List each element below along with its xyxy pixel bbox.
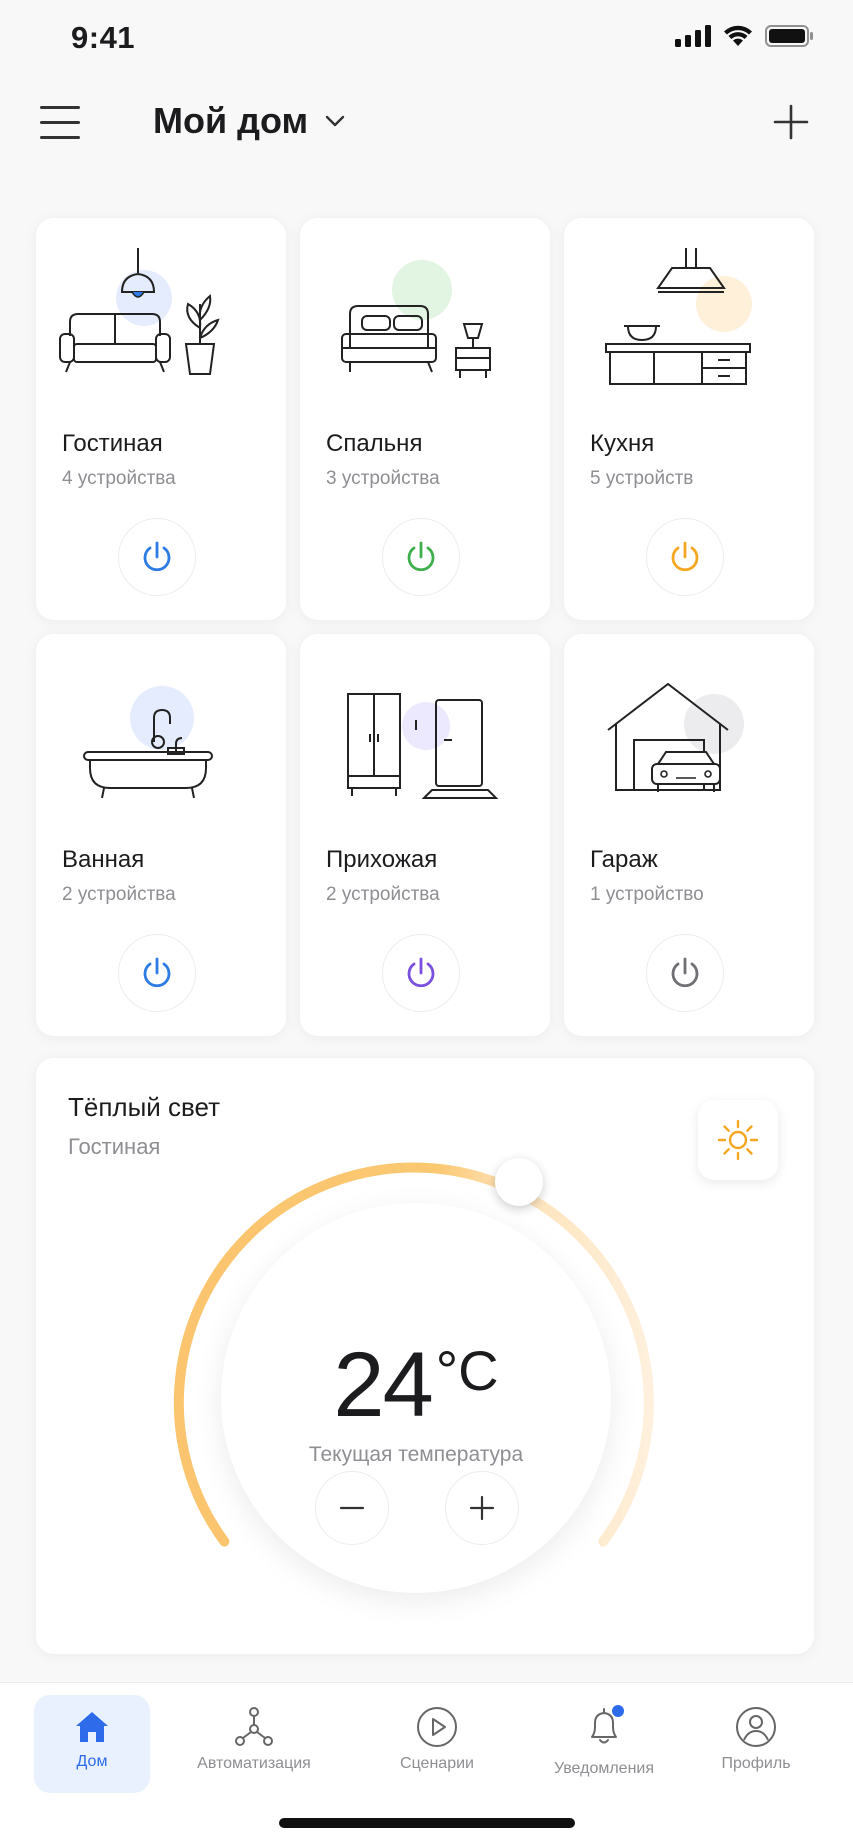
tab-home[interactable]: Дом: [34, 1695, 150, 1793]
tab-automation[interactable]: Автоматизация: [189, 1695, 319, 1793]
tab-label: Дом: [76, 1753, 108, 1770]
home-indicator: [279, 1818, 575, 1828]
home-title: Мой дом: [153, 100, 309, 141]
tab-profile[interactable]: Профиль: [712, 1695, 800, 1793]
room-name: Гостиная: [62, 430, 163, 457]
tab-label: Профиль: [721, 1755, 791, 1772]
power-button-living[interactable]: [118, 518, 196, 596]
power-button-kitchen[interactable]: [646, 518, 724, 596]
status-time: 9:41: [71, 20, 136, 55]
minus-icon: [339, 1506, 365, 1510]
temperature-display: 24°C Текущая температура: [221, 1203, 611, 1593]
room-name: Ванная: [62, 846, 145, 873]
power-button-garage[interactable]: [646, 934, 724, 1012]
increase-button[interactable]: [445, 1471, 519, 1545]
room-name: Кухня: [590, 430, 655, 457]
signal-icon: [675, 25, 711, 47]
power-icon: [143, 541, 171, 572]
power-button-bathroom[interactable]: [118, 934, 196, 1012]
bedroom-illustration: [341, 260, 491, 378]
room-name: Прихожая: [326, 846, 438, 873]
garage-illustration: [607, 682, 744, 792]
profile-icon: [736, 1707, 776, 1747]
tab-notifications[interactable]: Уведомления: [546, 1695, 662, 1793]
room-card-bathroom[interactable]: Ванная 2 устройства: [36, 634, 286, 1036]
bell-wrap: [582, 1705, 626, 1754]
bathroom-illustration: [83, 686, 213, 799]
chevron-down-icon: [325, 115, 345, 127]
tab-label: Автоматизация: [197, 1755, 311, 1772]
living-room-illustration: [59, 248, 220, 375]
temperature-readout: 24°C: [221, 1333, 611, 1438]
nodes-icon: [235, 1707, 273, 1746]
room-card-living[interactable]: Гостиная 4 устройства: [36, 218, 286, 620]
menu-button[interactable]: [40, 106, 84, 142]
battery-icon: [765, 25, 813, 47]
kitchen-illustration: [605, 248, 752, 385]
power-icon: [407, 541, 435, 572]
room-device-count: 2 устройства: [326, 884, 440, 905]
room-card-hallway[interactable]: Прихожая 2 устройства: [300, 634, 550, 1036]
tab-label: Сценарии: [400, 1755, 474, 1772]
room-device-count: 3 устройства: [326, 468, 440, 489]
temperature-unit: °C: [435, 1339, 499, 1402]
status-icons: [675, 24, 815, 48]
hallway-illustration: [347, 693, 499, 799]
dial-knob[interactable]: [495, 1158, 543, 1206]
play-icon: [417, 1707, 457, 1747]
tab-label: Уведомления: [553, 1760, 655, 1777]
power-icon: [671, 957, 699, 988]
room-device-count: 1 устройство: [590, 884, 704, 905]
notification-badge: [612, 1705, 624, 1717]
wifi-icon: [724, 25, 752, 46]
room-name: Гараж: [590, 846, 658, 873]
add-icon[interactable]: [771, 102, 811, 142]
power-icon: [407, 957, 435, 988]
power-button-hallway[interactable]: [382, 934, 460, 1012]
temperature-label: Текущая температура: [308, 1443, 524, 1466]
room-name: Спальня: [326, 430, 423, 457]
home-selector[interactable]: Мой дом: [153, 100, 346, 142]
power-button-bedroom[interactable]: [382, 518, 460, 596]
tab-scenarios[interactable]: Сценарии: [382, 1695, 492, 1793]
home-icon: [76, 1712, 108, 1742]
header: Мой дом: [0, 90, 853, 160]
power-icon: [671, 541, 699, 572]
power-icon: [143, 957, 171, 988]
room-device-count: 4 устройства: [62, 468, 176, 489]
room-card-garage[interactable]: Гараж 1 устройство: [564, 634, 814, 1036]
room-device-count: 2 устройства: [62, 884, 176, 905]
temperature-value: 24: [333, 1334, 433, 1436]
decrease-button[interactable]: [315, 1471, 389, 1545]
warm-light-card: Тёплый свет Гостиная 24°C Текущая темпер…: [36, 1058, 814, 1654]
status-bar: 9:41: [0, 0, 853, 80]
room-card-bedroom[interactable]: Спальня 3 устройства: [300, 218, 550, 620]
plus-icon: [469, 1495, 495, 1521]
room-device-count: 5 устройств: [590, 468, 694, 489]
room-card-kitchen[interactable]: Кухня 5 устройств: [564, 218, 814, 620]
